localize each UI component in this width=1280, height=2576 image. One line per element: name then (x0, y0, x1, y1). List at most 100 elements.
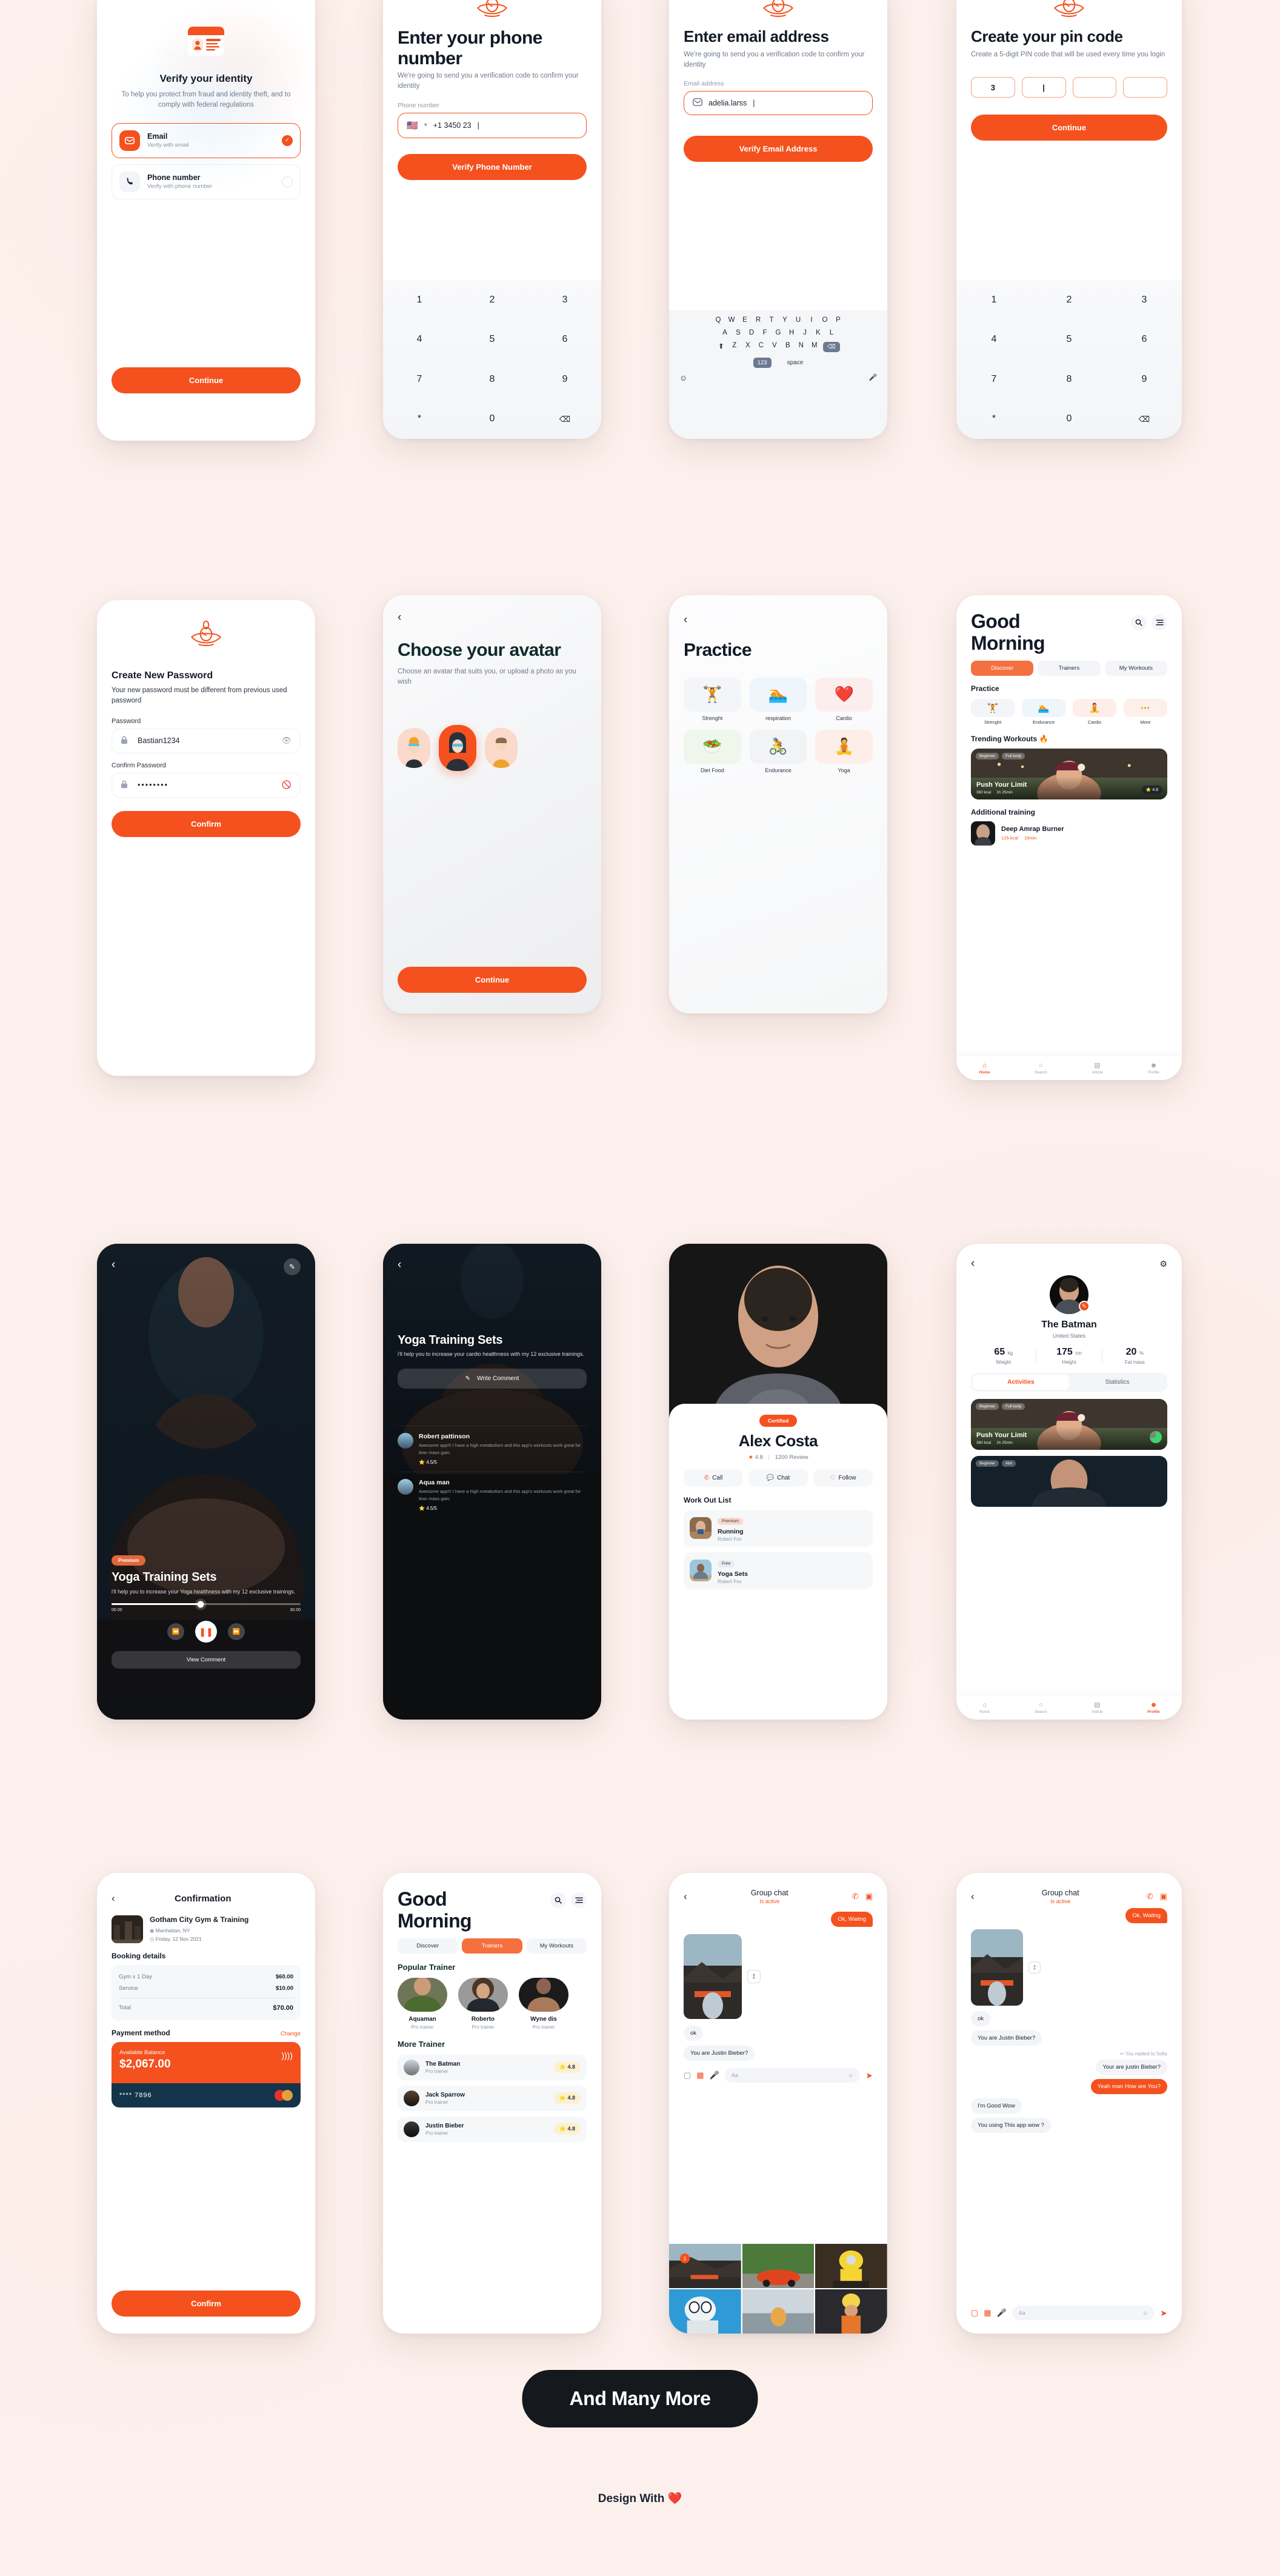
key-h[interactable]: H (787, 329, 796, 336)
practice-row[interactable]: 🏋️ Strenght 🏊 Endurance 🧘 Cardio ••• Mor… (971, 698, 1167, 725)
mic-icon[interactable]: 🎤 (710, 2070, 719, 2080)
nav-home[interactable]: ⌂ Home (956, 1701, 1013, 1714)
pin-inputs[interactable]: 3 | (971, 77, 1167, 98)
emoji-icon[interactable]: ☺ (848, 2072, 853, 2078)
trending-workout-card[interactable]: Beginner Full body Push Your Limit 360 k… (971, 748, 1167, 799)
option-email[interactable]: Email Verify with email ✓ (112, 122, 301, 158)
avatar-man-orange[interactable] (485, 728, 518, 769)
pencil-icon[interactable]: ✎ (284, 1258, 301, 1275)
numeric-keypad[interactable]: 1 2 3 4 5 6 7 8 9 * 0 ⌫ (383, 280, 601, 439)
gallery-item[interactable] (815, 2289, 887, 2334)
practice-item-endurance[interactable]: 🚴 Endurance (749, 729, 807, 773)
key-z[interactable]: Z (730, 342, 739, 352)
activity-card[interactable]: Beginner Full body Push Your Limit 360 k… (971, 1399, 1167, 1450)
chat-image[interactable] (971, 1929, 1023, 2006)
key-2[interactable]: 2 (456, 295, 528, 305)
key-k[interactable]: K (814, 329, 823, 336)
camera-icon[interactable]: ▢ (684, 2070, 691, 2080)
payment-card[interactable]: Available Balance $2,067.00 )))) **** 78… (112, 2042, 301, 2107)
key-c[interactable]: C (756, 342, 765, 352)
additional-training-card[interactable]: Deep Amrap Burner 125 kcal 15min (971, 821, 1167, 846)
continue-button[interactable]: Continue (398, 967, 587, 993)
radio-unselected-icon[interactable] (282, 176, 293, 187)
practice-item-cardio[interactable]: 🧘 Cardio (1073, 698, 1116, 725)
gallery-grid[interactable]: 1 (669, 2244, 887, 2334)
chat-button[interactable]: 💬 Chat (748, 1469, 808, 1487)
key-m[interactable]: M (810, 342, 819, 352)
phone-icon[interactable]: ✆ (852, 1892, 859, 1901)
search-icon[interactable] (550, 1892, 566, 1908)
practice-item-more[interactable]: ••• More (1124, 698, 1167, 725)
mic-icon[interactable]: 🎤 (868, 373, 878, 382)
eye-off-icon[interactable]: 🚫 (282, 780, 292, 790)
key-p[interactable]: P (834, 316, 843, 324)
password-input[interactable]: Bastian1234 👁 (112, 728, 301, 753)
numeric-keypad[interactable]: 1 2 3 4 5 6 7 8 9 * 0 ⌫ (956, 280, 1182, 439)
key-5[interactable]: 5 (1032, 335, 1107, 344)
backspace-icon[interactable]: ⌫ (823, 342, 840, 352)
tab-trainers[interactable]: Trainers (1038, 660, 1101, 676)
confirm-password-input[interactable]: •••••••• 🚫 (112, 772, 301, 798)
home-tabs[interactable]: Discover Trainers My Workouts (971, 660, 1167, 676)
pin-box-2[interactable]: | (1021, 77, 1066, 98)
confirm-button[interactable]: Confirm (112, 810, 301, 837)
video-icon[interactable]: ▣ (865, 1892, 873, 1901)
gear-icon[interactable]: ⚙ (1159, 1259, 1167, 1269)
trainer-actions[interactable]: ✆ Call 💬 Chat ♡ Follow (684, 1469, 873, 1487)
bottom-nav[interactable]: ⌂ Home ○ Search ▤ Article ☻ Profile (956, 1056, 1182, 1080)
key-y[interactable]: Y (781, 316, 790, 324)
numbers-key[interactable]: 123 (753, 358, 772, 368)
practice-grid[interactable]: 🏋️ Strenght 🏊 respiration ❤️ Cardio 🥗 Di… (684, 677, 873, 773)
key-4[interactable]: 4 (383, 335, 456, 344)
tab-activities[interactable]: Activities (973, 1375, 1069, 1390)
backspace-icon[interactable]: ⌫ (1107, 415, 1182, 423)
practice-item-diet-food[interactable]: 🥗 Diet Food (684, 729, 741, 773)
radio-selected-icon[interactable]: ✓ (282, 135, 293, 146)
practice-item-yoga[interactable]: 🧘 Yoga (815, 729, 873, 773)
view-comment-button[interactable]: View Comment (112, 1651, 301, 1669)
emoji-icon[interactable]: ☺ (679, 373, 688, 382)
trainer-list-item[interactable]: The Batman Pro trainer ⭐ 4.8 (398, 2054, 587, 2080)
key-9[interactable]: 9 (1107, 374, 1182, 384)
key-v[interactable]: V (770, 342, 779, 352)
chat-input-bar[interactable]: ▢ ▦ 🎤 Aa ☺ ➤ (971, 2306, 1167, 2320)
verify-phone-button[interactable]: Verify Phone Number (398, 153, 587, 180)
phone-input[interactable]: 🇺🇸 ▾ +1 3450 23 | (398, 112, 587, 138)
confirm-button[interactable]: Confirm (112, 2291, 301, 2317)
call-button[interactable]: ✆ Call (684, 1469, 743, 1487)
shift-icon[interactable]: ⬆ (716, 342, 725, 352)
keyboard-row-4[interactable]: 123 space (673, 358, 884, 368)
key-n[interactable]: N (796, 342, 805, 352)
keyboard-row-2[interactable]: A S D F G H J K L (673, 329, 884, 336)
practice-item-respiration[interactable]: 🏊 respiration (749, 677, 807, 721)
avatar-boy-cap[interactable] (398, 728, 430, 769)
key-3[interactable]: 3 (1107, 295, 1182, 305)
key-f[interactable]: F (761, 329, 770, 336)
send-icon[interactable]: ➤ (1160, 2308, 1167, 2318)
back-button[interactable]: ‹ (112, 1258, 115, 1272)
nav-article[interactable]: ▤ Article (1069, 1061, 1125, 1075)
practice-item-strenght[interactable]: 🏋️ Strenght (684, 677, 741, 721)
pause-icon[interactable]: ❚❚ (195, 1621, 217, 1643)
follow-button[interactable]: ♡ Follow (813, 1469, 873, 1487)
avatar-list[interactable] (398, 725, 587, 772)
key-0[interactable]: 0 (456, 414, 528, 424)
back-button[interactable]: ‹ (398, 1258, 587, 1272)
key-6[interactable]: 6 (528, 335, 601, 344)
key-q[interactable]: Q (714, 316, 723, 324)
key-1[interactable]: 1 (956, 295, 1032, 305)
workout-list-item[interactable]: Premium Running Robert Fox (684, 1509, 873, 1547)
keyboard-row-1[interactable]: Q W E R T Y U I O P (673, 316, 884, 324)
practice-item-cardio[interactable]: ❤️ Cardio (815, 677, 873, 721)
upload-icon[interactable]: ↥ (747, 1970, 761, 1983)
bottom-nav[interactable]: ⌂ Home ○ Search ▤ Article ☻ Profile (956, 1695, 1182, 1720)
email-input[interactable]: adelia.larss | (684, 91, 873, 116)
menu-icon[interactable] (1152, 615, 1167, 630)
gallery-item[interactable] (669, 2289, 741, 2334)
chevron-down-icon[interactable]: ▾ (424, 122, 427, 128)
practice-item-endurance[interactable]: 🏊 Endurance (1022, 698, 1065, 725)
key-1[interactable]: 1 (383, 295, 456, 305)
pin-box-3[interactable] (1072, 77, 1117, 98)
continue-button[interactable]: Continue (112, 367, 301, 393)
tab-discover[interactable]: Discover (398, 1938, 458, 1954)
